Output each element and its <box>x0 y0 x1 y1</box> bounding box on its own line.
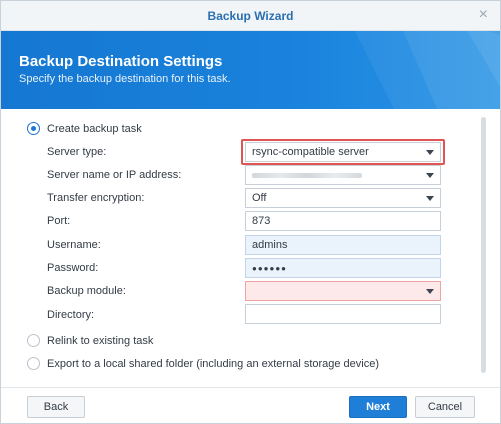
create-task-label: Create backup task <box>47 123 142 135</box>
content-scrollbar[interactable] <box>481 117 486 373</box>
port-value: 873 <box>252 215 271 227</box>
port-input[interactable]: 873 <box>245 211 441 231</box>
backup-module-label: Backup module: <box>47 285 126 297</box>
chevron-down-icon <box>426 173 434 178</box>
page-subtitle: Specify the backup destination for this … <box>19 73 231 85</box>
server-type-highlight <box>241 139 445 165</box>
server-type-label: Server type: <box>47 146 107 158</box>
directory-input[interactable] <box>245 304 441 324</box>
encryption-value: Off <box>252 192 267 204</box>
password-label: Password: <box>47 262 99 274</box>
password-input[interactable]: ●●●●●● <box>245 258 441 278</box>
backup-module-select[interactable] <box>245 281 441 301</box>
server-name-value <box>252 173 362 178</box>
directory-label: Directory: <box>47 309 95 321</box>
encryption-select[interactable]: Off <box>245 188 441 208</box>
port-label: Port: <box>47 215 71 227</box>
banner-decoration <box>355 31 500 109</box>
chevron-down-icon <box>426 289 434 294</box>
username-value: admins <box>252 239 288 251</box>
footer-bar: Back Next Cancel <box>1 387 500 423</box>
close-icon[interactable]: × <box>479 7 488 23</box>
username-input[interactable]: admins <box>245 235 441 255</box>
export-local-label: Export to a local shared folder (includi… <box>47 358 380 370</box>
relink-task-label: Relink to existing task <box>47 335 154 347</box>
encryption-label: Transfer encryption: <box>47 192 145 204</box>
export-local-radio[interactable] <box>27 357 40 370</box>
chevron-down-icon <box>426 196 434 201</box>
username-label: Username: <box>47 239 101 251</box>
page-title: Backup Destination Settings <box>19 53 223 70</box>
server-name-select[interactable] <box>245 165 441 185</box>
back-button[interactable]: Back <box>27 396 85 418</box>
password-value: ●●●●●● <box>252 264 287 273</box>
backup-wizard-window: Backup Wizard × Backup Destination Setti… <box>0 0 501 424</box>
next-button[interactable]: Next <box>349 396 407 418</box>
title-bar: Backup Wizard × <box>1 1 500 31</box>
window-title: Backup Wizard <box>207 9 294 23</box>
cancel-button[interactable]: Cancel <box>415 396 475 418</box>
relink-task-radio[interactable] <box>27 334 40 347</box>
server-name-label: Server name or IP address: <box>47 169 182 181</box>
header-banner: Backup Destination Settings Specify the … <box>1 31 500 109</box>
create-task-radio[interactable] <box>27 122 40 135</box>
